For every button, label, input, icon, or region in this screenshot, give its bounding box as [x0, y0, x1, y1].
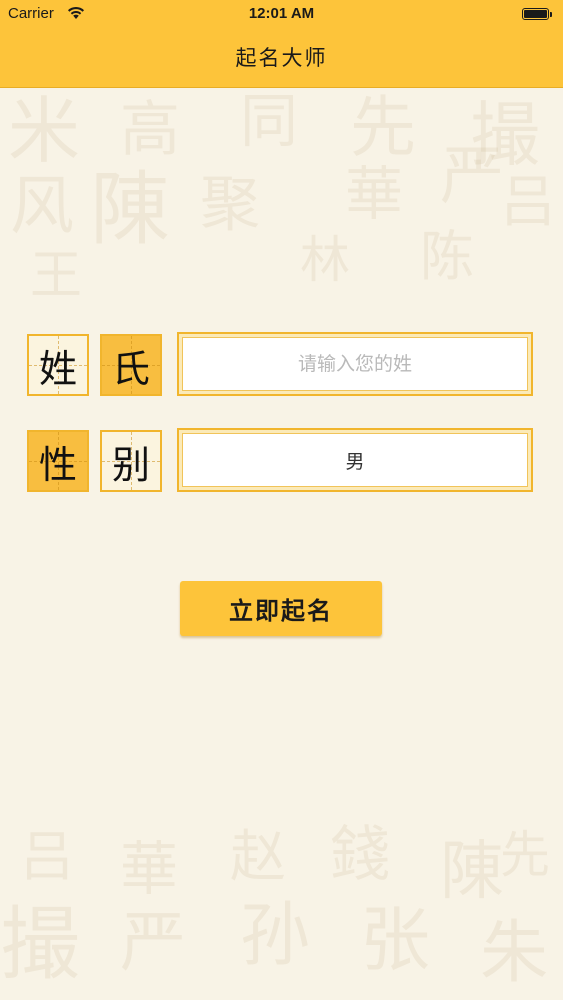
gender-selector[interactable]: 男 [182, 433, 528, 487]
gender-label-char-1: 性 [27, 430, 89, 492]
surname-field [177, 332, 533, 396]
header-bar: Carrier 12:01 AM 起名大师 [0, 0, 563, 88]
background-calligraphy-texture: 米 高 同 先 撮 风 陳 聚 華 严 吕 王 林 陈 吕 華 赵 錢 陳 先 … [0, 87, 556, 993]
status-time: 12:01 AM [248, 5, 315, 22]
gender-label-char-2: 别 [100, 430, 162, 492]
status-bar: Carrier 12:01 AM [0, 0, 563, 30]
gender-field[interactable]: 男 [177, 428, 533, 492]
generate-name-button[interactable]: 立即起名 [180, 581, 382, 636]
surname-input[interactable] [183, 337, 527, 391]
surname-label-char-2: 氏 [100, 334, 162, 396]
gender-value: 男 [345, 450, 365, 473]
app-screen: 米 高 同 先 撮 风 陳 聚 華 严 吕 王 林 陈 吕 華 赵 錢 陳 先 … [0, 0, 563, 1000]
battery-icon [522, 8, 552, 20]
surname-label-char-1: 姓 [27, 334, 89, 396]
page-title: 起名大师 [235, 46, 328, 70]
